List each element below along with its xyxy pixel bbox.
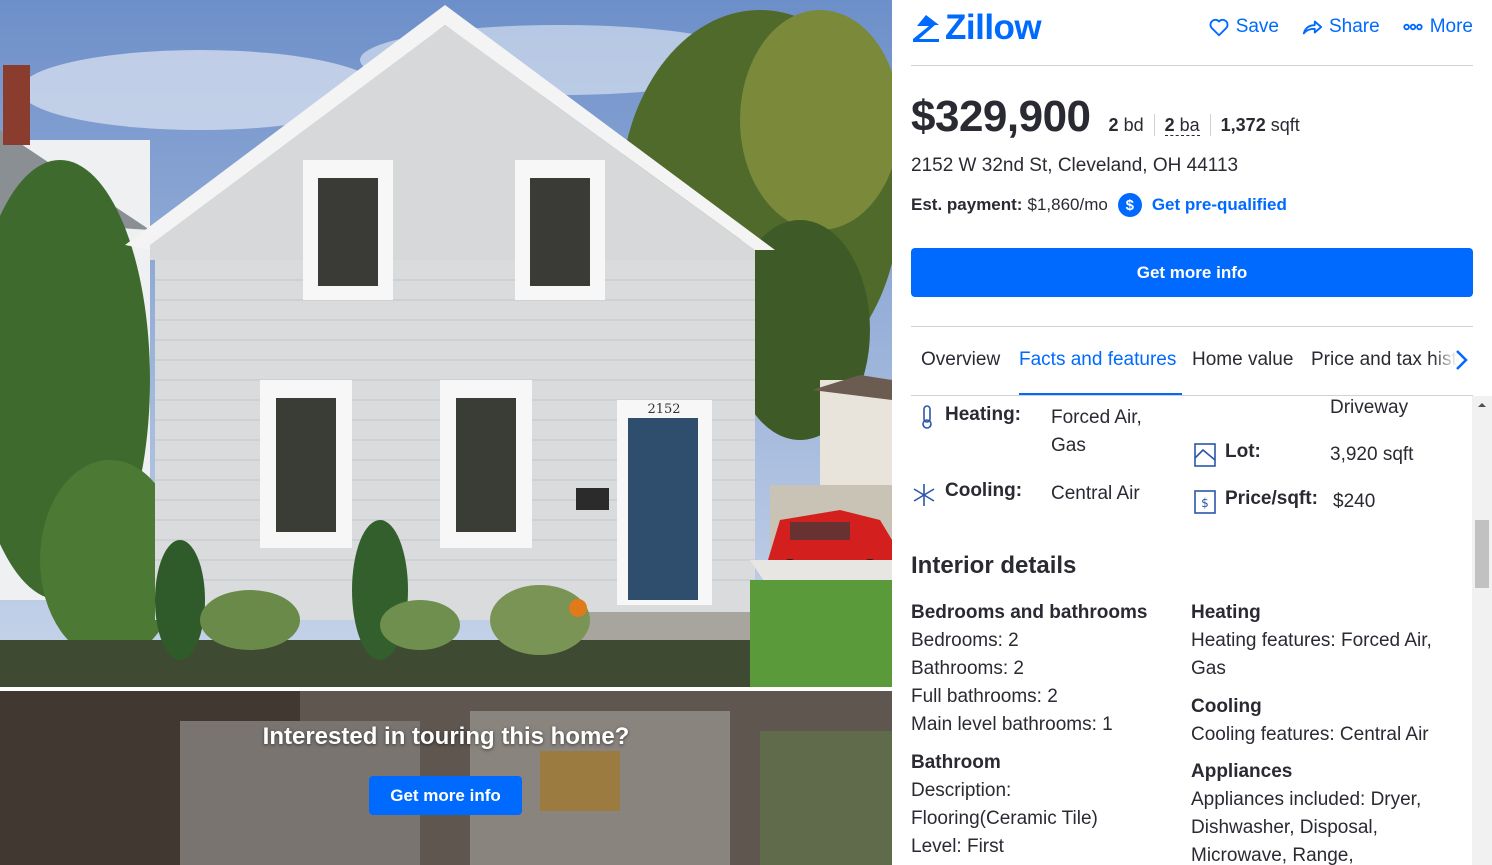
lot-value: 3,920 sqft <box>1330 444 1414 465</box>
bathroom-level: Level: First <box>911 836 1004 857</box>
beds-number: 2 <box>1108 115 1119 135</box>
share-icon <box>1302 20 1323 35</box>
get-prequalified-link[interactable]: Get pre-qualified <box>1152 195 1287 215</box>
tab-overview[interactable]: Overview <box>921 327 1000 396</box>
tour-banner: Interested in touring this home? Get mor… <box>0 691 892 865</box>
main-level-bathrooms-line: Main level bathrooms: 1 <box>911 714 1113 735</box>
get-more-info-button[interactable]: Get more info <box>911 248 1473 297</box>
content-scrollbar[interactable] <box>1472 396 1492 865</box>
bathroom-flooring: Flooring(Ceramic Tile) <box>911 808 1098 829</box>
bathroom-description: Description: <box>911 780 1012 801</box>
estimated-payment: Est. payment: $1,860/mo $ Get pre-qualif… <box>911 193 1287 217</box>
listing-details-panel: Zillow Save Share More $329,900 2 bd 2 b… <box>892 0 1492 865</box>
cooling-heading: Cooling <box>1191 696 1262 717</box>
lot-label: Lot: <box>1225 441 1261 462</box>
appliances-heading: Appliances <box>1191 761 1293 782</box>
share-label: Share <box>1329 16 1380 37</box>
baths-unit: ba <box>1179 115 1200 135</box>
bedrooms-bathrooms-heading: Bedrooms and bathrooms <box>911 602 1148 623</box>
heating-value-1: Forced Air, <box>1051 407 1142 428</box>
tab-facts-and-features[interactable]: Facts and features <box>1019 327 1182 396</box>
snowflake-icon <box>913 484 935 506</box>
header-actions: Save Share More <box>1208 16 1473 38</box>
zillow-logo[interactable]: Zillow <box>911 8 1042 47</box>
facts-content: Heating: Forced Air, Gas Cooling: Centra… <box>911 396 1471 865</box>
listing-address: 2152 W 32nd St, Cleveland, OH 44113 <box>911 155 1239 176</box>
cooling-label: Cooling: <box>945 480 1023 501</box>
tab-home-value[interactable]: Home value <box>1192 327 1293 396</box>
section-tabs: Overview Facts and features Home value P… <box>911 327 1473 396</box>
price-per-sqft-label: Price/sqft: <box>1225 488 1318 509</box>
heating-value-2: Gas <box>1051 435 1086 456</box>
tour-get-more-info-button[interactable]: Get more info <box>369 776 522 815</box>
more-button[interactable]: More <box>1402 16 1473 38</box>
zillow-logo-icon <box>913 15 939 42</box>
panel-header: Zillow Save Share More <box>911 0 1473 66</box>
full-bathrooms-line: Full bathrooms: 2 <box>911 686 1058 707</box>
beds-unit: bd <box>1123 115 1144 135</box>
price-per-sqft-value: $240 <box>1333 491 1376 512</box>
heating-heading: Heating <box>1191 602 1261 623</box>
heating-features-1: Heating features: Forced Air, <box>1191 630 1432 651</box>
bathroom-heading: Bathroom <box>911 752 1001 773</box>
scroll-up-arrow-icon[interactable] <box>1472 396 1492 414</box>
lot-icon <box>1194 443 1216 467</box>
est-payment-label: Est. payment: <box>911 195 1023 214</box>
cooling-fact: Cooling: <box>945 480 1022 502</box>
listing-price: $329,900 <box>911 92 1091 141</box>
share-button[interactable]: Share <box>1301 16 1380 38</box>
dollar-icon: $ <box>1117 193 1142 217</box>
beds-fact: 2 bd <box>1109 114 1154 136</box>
appliances-line-2: Dishwasher, Disposal, <box>1191 817 1378 838</box>
est-payment-value[interactable]: $1,860/mo <box>1027 195 1107 215</box>
save-button[interactable]: Save <box>1208 16 1279 38</box>
sqft-fact: 1,372 sqft <box>1209 114 1310 136</box>
save-label: Save <box>1235 16 1279 37</box>
heart-icon <box>1209 18 1229 37</box>
sqft-unit: sqft <box>1270 115 1300 135</box>
parking-value: Driveway <box>1330 397 1409 418</box>
brand-name: Zillow <box>945 8 1042 47</box>
bedrooms-line: Bedrooms: 2 <box>911 630 1019 651</box>
chevron-right-icon[interactable] <box>1449 347 1473 373</box>
cooling-value: Central Air <box>1051 483 1140 504</box>
heating-features-2: Gas <box>1191 658 1226 679</box>
lot-fact: Lot: <box>1225 441 1261 463</box>
price-summary: $329,900 2 bd 2 ba 1,372 sqft <box>911 92 1310 142</box>
tour-banner-title: Interested in touring this home? <box>262 723 630 750</box>
photo-column: 2152 Interested in touring this home? Ge… <box>0 0 892 865</box>
house-number: 2152 <box>647 402 680 417</box>
appliances-line-1: Appliances included: Dryer, <box>1191 789 1422 810</box>
baths-number: 2 <box>1164 115 1175 135</box>
appliances-line-3: Microwave, Range, <box>1191 845 1354 865</box>
thermometer-icon <box>922 405 932 429</box>
svg-text:$: $ <box>1201 496 1209 510</box>
bed-bath-sqft: 2 bd 2 ba 1,372 sqft <box>1109 114 1310 136</box>
cooling-features: Cooling features: Central Air <box>1191 724 1429 745</box>
scrollbar-thumb[interactable] <box>1475 520 1489 588</box>
listing-photo[interactable]: 2152 <box>0 0 892 687</box>
sqft-number: 1,372 <box>1220 115 1266 135</box>
heating-fact: Heating: <box>945 404 1051 426</box>
more-dots-icon <box>1403 23 1423 31</box>
price-per-sqft-fact: Price/sqft: <box>1225 488 1318 510</box>
interior-details-heading: Interior details <box>911 552 1077 579</box>
bathrooms-line: Bathrooms: 2 <box>911 658 1024 679</box>
heating-label: Heating: <box>945 404 1021 425</box>
baths-fact[interactable]: 2 ba <box>1153 114 1210 136</box>
more-label: More <box>1429 16 1473 37</box>
price-per-sqft-icon: $ <box>1194 490 1216 514</box>
